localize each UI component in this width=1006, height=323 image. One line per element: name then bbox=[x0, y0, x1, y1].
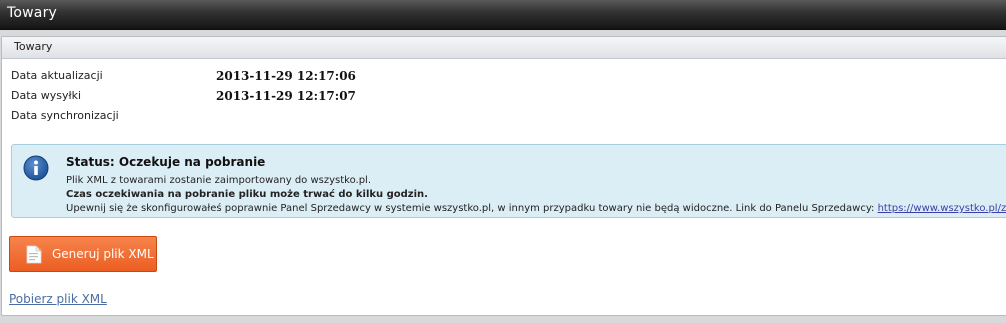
status-title: Status: Oczekuje na pobranie bbox=[66, 155, 266, 169]
info-value: 2013-11-29 12:17:06 bbox=[216, 69, 356, 83]
info-row-update-date: Data aktualizacji 2013-11-29 12:17:06 bbox=[11, 66, 611, 86]
generate-xml-button[interactable]: Generuj plik XML bbox=[9, 236, 157, 272]
info-label: Data wysyłki bbox=[11, 89, 82, 102]
towary-panel: Towary Data aktualizacji 2013-11-29 12:1… bbox=[1, 36, 1006, 316]
info-label: Data synchronizacji bbox=[11, 109, 119, 122]
panel-header: Towary bbox=[2, 37, 1006, 59]
info-value: 2013-11-29 12:17:07 bbox=[216, 89, 356, 103]
notice-line-config: Upewnij się że skonfigurowałeś poprawnie… bbox=[66, 203, 1006, 214]
generate-xml-label: Generuj plik XML bbox=[52, 247, 154, 261]
info-label: Data aktualizacji bbox=[11, 69, 103, 82]
notice-line-wait-time: Czas oczekiwania na pobranie pliku może … bbox=[66, 189, 428, 200]
window-title: Towary bbox=[7, 5, 58, 21]
document-icon bbox=[26, 245, 42, 264]
window-titlebar: Towary bbox=[0, 0, 1006, 30]
notice-line-import: Plik XML z towarami zostanie zaimportowa… bbox=[66, 175, 372, 186]
info-row-send-date: Data wysyłki 2013-11-29 12:17:07 bbox=[11, 86, 611, 106]
seller-panel-link[interactable]: https://www.wszystko.pl/zaloguj bbox=[878, 203, 1006, 214]
info-row-sync-date: Data synchronizacji bbox=[11, 106, 611, 126]
info-table: Data aktualizacji 2013-11-29 12:17:06 Da… bbox=[11, 66, 611, 126]
status-notice: Status: Oczekuje na pobranie Plik XML z … bbox=[11, 144, 1006, 218]
download-xml-link[interactable]: Pobierz plik XML bbox=[9, 292, 107, 306]
info-icon bbox=[23, 155, 49, 181]
notice-config-text: Upewnij się że skonfigurowałeś poprawnie… bbox=[66, 203, 878, 214]
